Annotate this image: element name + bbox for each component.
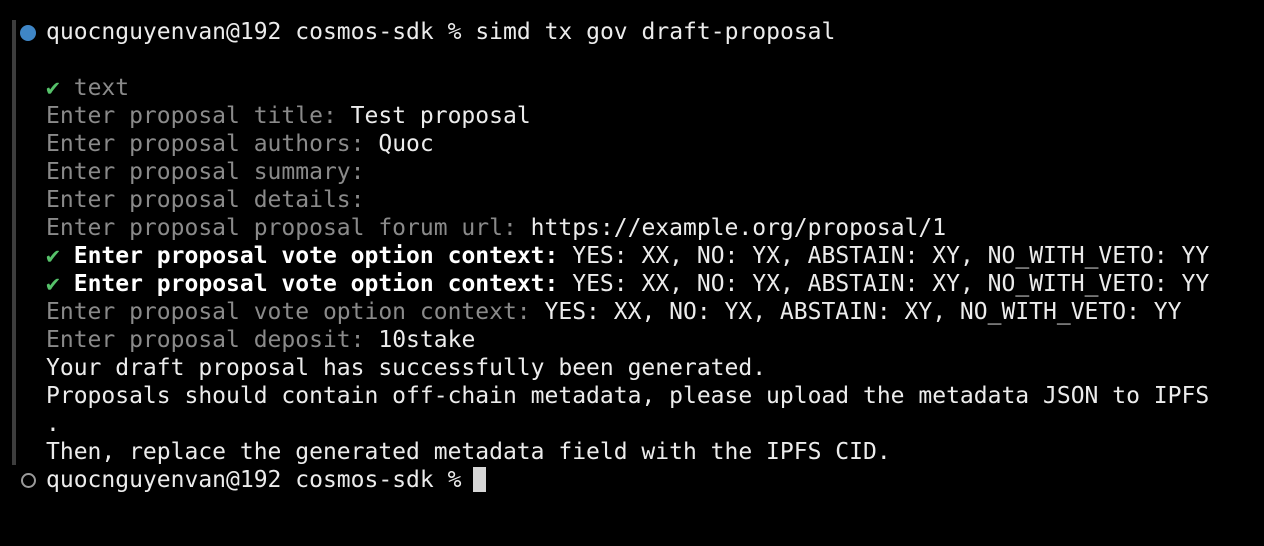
prompt-forum-url-line: Enter proposal proposal forum url: https… — [46, 214, 946, 242]
command-text: simd tx gov draft-proposal — [475, 19, 836, 45]
selected-type: text — [73, 75, 130, 101]
output-message: Your draft proposal has successfully bee… — [46, 355, 767, 381]
prompt-vote-context-line: ✔ Enter proposal vote option context: YE… — [46, 242, 1209, 270]
prompt-details-line: Enter proposal details: — [46, 186, 365, 214]
prompt-label: Enter proposal vote option context: — [46, 299, 531, 325]
prompt-value: YES: XX, NO: YX, ABSTAIN: XY, NO_WITH_VE… — [572, 271, 1210, 297]
prompt-value: YES: XX, NO: YX, ABSTAIN: XY, NO_WITH_VE… — [544, 299, 1182, 325]
prompt-dir: cosmos-sdk — [295, 19, 434, 45]
prompt-label: Enter proposal proposal forum url: — [46, 215, 517, 241]
output-message: Then, replace the generated metadata fie… — [46, 439, 891, 465]
prompt-vote-context-line: ✔ Enter proposal vote option context: YE… — [46, 270, 1209, 298]
output-message: . — [46, 411, 60, 437]
command-status-dot-icon[interactable] — [20, 25, 36, 41]
check-icon: ✔ — [46, 243, 60, 269]
prompt-label: Enter proposal deposit: — [46, 327, 365, 353]
prompt-label: Enter proposal authors: — [46, 131, 365, 157]
prompt-label: Enter proposal vote option context: — [73, 243, 559, 269]
command-status-empty-dot-icon[interactable] — [21, 473, 36, 488]
prompt-value: Test proposal — [350, 103, 531, 129]
prompt-value: 10stake — [378, 327, 476, 353]
prompt-value: https://example.org/proposal/1 — [530, 215, 947, 241]
current-prompt-line[interactable]: quocnguyenvan@192 cosmos-sdk % — [46, 466, 487, 494]
prompt-symbol: % — [447, 467, 462, 493]
prompt-value: YES: XX, NO: YX, ABSTAIN: XY, NO_WITH_VE… — [572, 243, 1210, 269]
prompt-vote-context-line: Enter proposal vote option context: YES:… — [46, 298, 1182, 326]
command-group-bar — [12, 20, 16, 465]
prompt-label: Enter proposal details: — [46, 187, 365, 213]
terminal-window[interactable]: quocnguyenvan@192 cosmos-sdk % simd tx g… — [0, 0, 1264, 546]
text-cursor[interactable] — [473, 467, 487, 492]
command-line: quocnguyenvan@192 cosmos-sdk % simd tx g… — [46, 18, 835, 46]
output-message: Proposals should contain off-chain metad… — [46, 383, 1210, 409]
prompt-label: Enter proposal title: — [46, 103, 337, 129]
prompt-label: Enter proposal summary: — [46, 159, 365, 185]
prompt-dir: cosmos-sdk — [295, 467, 434, 493]
prompt-value: Quoc — [378, 131, 434, 157]
prompt-title-line: Enter proposal title: Test proposal — [46, 102, 531, 130]
prompt-summary-line: Enter proposal summary: — [46, 158, 365, 186]
selected-type-line: ✔ text — [46, 74, 129, 102]
check-icon: ✔ — [46, 271, 60, 297]
prompt-user-host: quocnguyenvan@192 — [46, 19, 282, 45]
check-icon: ✔ — [46, 75, 60, 101]
prompt-authors-line: Enter proposal authors: Quoc — [46, 130, 434, 158]
prompt-symbol: % — [447, 19, 462, 45]
prompt-user-host: quocnguyenvan@192 — [46, 467, 282, 493]
prompt-label: Enter proposal vote option context: — [73, 271, 559, 297]
prompt-deposit-line: Enter proposal deposit: 10stake — [46, 326, 475, 354]
